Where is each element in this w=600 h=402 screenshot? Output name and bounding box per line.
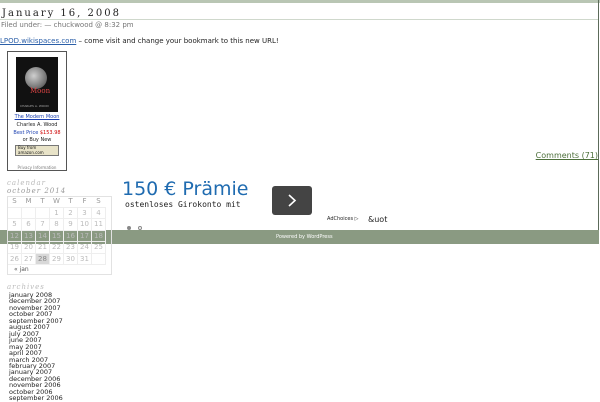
amazon-widget: Moon CHARLES A. WOOD The Modern Moon Cha… [7,51,67,171]
calendar-day: 29 [49,252,64,265]
adchoices-link[interactable]: AdChoices ▷ [327,216,359,222]
calendar-day: 31 [77,252,92,265]
calendar-week: 19 20 21 22 23 24 25 [7,241,106,254]
calendar-day [21,206,36,219]
ad-next-button[interactable] [272,186,312,215]
book-author: Charles A. Wood [16,122,58,128]
ad-subline[interactable]: ostenloses Girokonto mit [125,200,241,209]
calendar-day: 8 [49,218,64,231]
calendar-day: 30 [63,252,78,265]
calendar-week: 12 13 14 15 16 17 18 [7,229,106,242]
wikispaces-link[interactable]: LPOD.wikispaces.com [0,37,76,45]
calendar-day: 18 [91,229,106,242]
calendar-body: 1 2 3 4 5 6 7 8 9 10 11 12 13 14 15 16 17 18 19 20 21 22 23 24 2… [7,206,106,265]
calendar-day: 16 [63,229,78,242]
cover-title: Moon [30,87,51,95]
weekday: T [40,197,45,206]
book-cover-image[interactable]: Moon CHARLES A. WOOD [16,57,58,112]
price-value: $153.98 [39,130,61,136]
buy-from-amazon-button[interactable]: Buy from amazon.com [15,145,59,156]
calendar-week: 1234 [7,206,106,219]
calendar-day: 6 [21,218,36,231]
price-label: Best Price [13,130,39,136]
footer-text[interactable]: Powered by WordPress [276,234,333,240]
ad-pager [127,215,149,234]
meta-prefix: Filed under: — [1,21,52,29]
calendar-day: 10 [77,218,92,231]
calendar-day [7,206,22,219]
weekday: T [68,197,73,206]
ad-pager-dot[interactable] [138,226,142,230]
weekday: S [96,197,101,206]
calendar-day: 4 [91,206,106,219]
privacy-link[interactable]: Privacy Information [8,165,66,170]
adchoices-icon: ▷ [354,216,359,222]
calendar-week: 26 27 28 29 30 31 [7,252,106,265]
weekday: M [25,197,32,206]
calendar-day: 25 [91,241,106,254]
calendar-day: 27 [21,252,36,265]
book-title-link[interactable]: The Modern Moon [8,114,66,120]
calendar-table: S M T W T F S 1 2 3 4 5 6 7 8 9 10 11 12 13 14 15 16 17 1… [7,196,106,265]
post-date: January 16, 2008 [2,8,121,19]
archives-list: january 2008 december 2007 november 2007 oc… [9,292,63,402]
calendar-day: 3 [77,206,92,219]
post-meta: Filed under: — chuckwood @ 8:32 pm [1,21,134,29]
post-time: @ 8:32 pm [95,21,134,29]
moon-image [25,67,47,89]
calendar-day: 21 [35,241,50,254]
calendar-day: 7 [35,218,50,231]
cover-author: CHARLES A. WOOD [20,104,49,108]
calendar-day: 22 [49,241,64,254]
calendar-day: 12 [7,229,22,242]
calendar-heading: calendar [7,179,46,187]
weekday: W [53,197,60,206]
calendar-day [35,206,50,219]
comments-link[interactable]: Comments (71) [536,151,598,160]
calendar-day: 2 [63,206,78,219]
ad-headline[interactable]: 150 € Prämie [122,178,249,200]
calendar-day: 26 [7,252,22,265]
adchoices-label: AdChoices [327,216,354,222]
best-price-link[interactable]: Best Price $153.98 [8,130,66,136]
ad-pager-dot-active[interactable] [127,226,131,230]
weekday: F [82,197,87,206]
chevron-right-icon [288,194,297,207]
calendar-day: 13 [21,229,36,242]
calendar-week: 5 6 7 8 9 10 11 [7,218,106,231]
calendar-day: 20 [21,241,36,254]
calendar-day: 9 [63,218,78,231]
buy-new-text: or Buy New [22,137,52,143]
calendar-day: 17 [77,229,92,242]
calendar-day: 1 [49,206,64,219]
calendar-day: 23 [63,241,78,254]
archives-heading: archives [7,283,45,291]
calendar-day: 28 [35,252,50,265]
post-body: LPOD.wikispaces.com – come visit and cha… [0,37,279,45]
calendar-prev-link[interactable]: « jan [14,266,29,273]
calendar-weekdays: S M T W T F S [8,196,106,207]
post-body-text: – come visit and change your bookmark to… [78,37,279,45]
calendar-day: 14 [35,229,50,242]
calendar-day: 5 [7,218,22,231]
calendar-day: 11 [91,218,106,231]
post-author[interactable]: chuckwood [54,21,93,29]
calendar-day [91,252,106,265]
archive-link[interactable]: september 2006 [9,395,63,402]
ad-stray-text: &uot [368,215,388,224]
calendar-caption: october 2014 [7,187,67,195]
calendar-day: 15 [49,229,64,242]
weekday: S [12,197,17,206]
calendar-day: 19 [7,241,22,254]
calendar-day: 24 [77,241,92,254]
divider [0,19,598,20]
